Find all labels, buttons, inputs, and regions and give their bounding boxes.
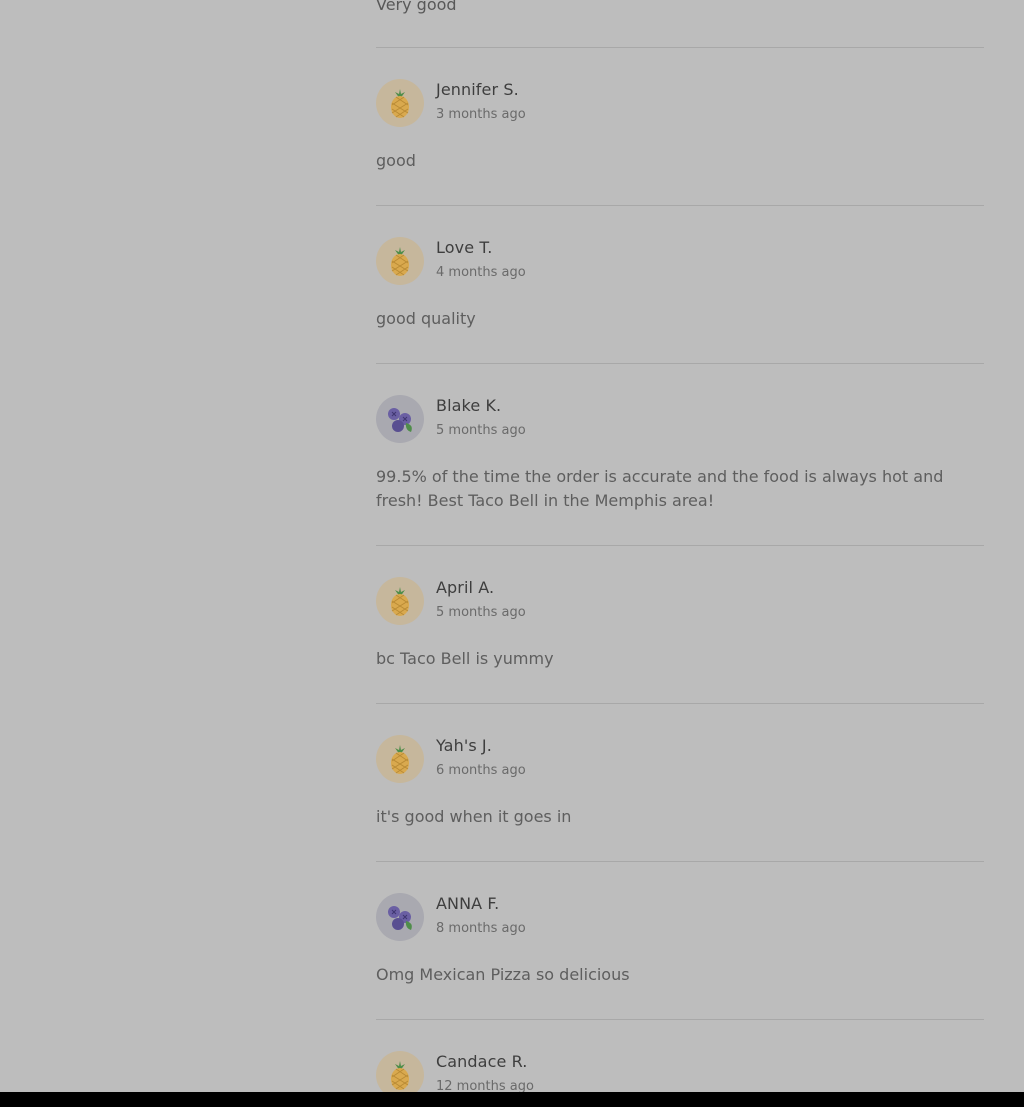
reviews-list: Jennifer S. 3 months ago good Love T. 4 … [376,47,984,1107]
review-header: Blake K. 5 months ago [376,394,984,444]
reviewer-name: Love T. [436,238,493,257]
review-time: 5 months ago [436,605,526,620]
review-time: 8 months ago [436,921,526,936]
blueberry-icon [376,893,424,941]
review-header: Yah's J. 6 months ago [376,734,984,784]
review-time: 6 months ago [436,763,526,778]
review-item: ANNA F. 8 months ago Omg Mexican Pizza s… [376,862,984,1019]
review-comment: 99.5% of the time the order is accurate … [376,467,944,510]
review-comment: bc Taco Bell is yummy [376,649,554,668]
review-time: 5 months ago [436,423,526,438]
review-comment: Omg Mexican Pizza so delicious [376,965,630,984]
review-comment: good quality [376,309,476,328]
review-item: Love T. 4 months ago good quality [376,206,984,363]
review-item: Yah's J. 6 months ago it's good when it … [376,704,984,861]
review-header: Jennifer S. 3 months ago [376,78,984,128]
review-comment: good [376,151,416,170]
page: Very good Jennifer S. 3 months ago good [0,0,1024,1107]
review-item: Jennifer S. 3 months ago good [376,48,984,205]
reviewer-name: Blake K. [436,396,502,415]
pineapple-icon [376,237,424,285]
review-time: 3 months ago [436,107,526,122]
reviewer-name: April A. [436,578,495,597]
reviewer-name: ANNA F. [436,894,500,913]
blueberry-icon [376,395,424,443]
pineapple-icon [376,79,424,127]
review-time: 4 months ago [436,265,526,280]
review-comment: it's good when it goes in [376,807,572,826]
reviewer-name: Candace R. [436,1052,528,1071]
pineapple-icon [376,735,424,783]
reviewer-name: Jennifer S. [436,80,519,99]
review-header: Love T. 4 months ago [376,236,984,286]
reviewer-name: Yah's J. [436,736,492,755]
pineapple-icon [376,577,424,625]
review-item: Blake K. 5 months ago 99.5% of the time … [376,364,984,545]
bottom-bar [0,1092,1024,1107]
review-header: ANNA F. 8 months ago [376,892,984,942]
review-item: April A. 5 months ago bc Taco Bell is yu… [376,546,984,703]
review-comment-previous: Very good [376,0,457,14]
review-header: April A. 5 months ago [376,576,984,626]
